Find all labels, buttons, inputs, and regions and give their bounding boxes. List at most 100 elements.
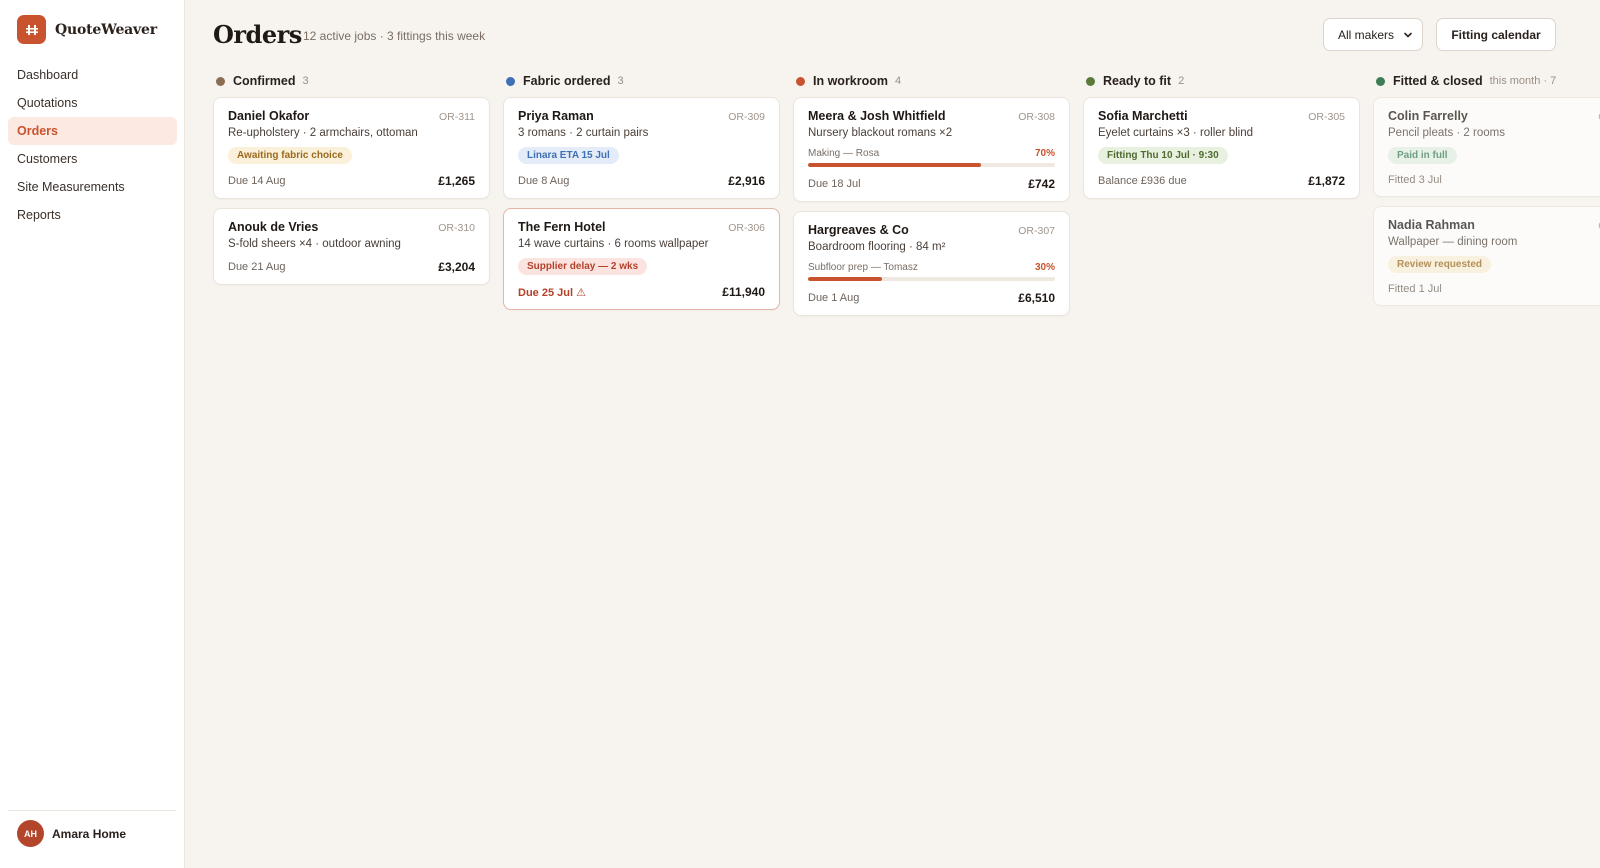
customer-name: Sofia Marchetti [1098, 109, 1188, 123]
fitting-calendar-button[interactable]: Fitting calendar [1436, 18, 1556, 51]
due-date: Fitted 1 Jul [1388, 283, 1442, 295]
column-fabric-ordered: Fabric ordered 3 Priya Raman OR-309 3 romans… [503, 72, 780, 325]
column-header: In workroom 4 [793, 72, 1070, 90]
card-header: Anouk de Vries OR-310 [228, 220, 475, 234]
column-title: Confirmed [233, 74, 296, 88]
card-footer: Fitted 1 Jul [1388, 283, 1600, 295]
main-nav: Dashboard Quotations Orders Customers Site M… [8, 61, 177, 229]
order-card[interactable]: Colin FarrellyOR-304 Pencil pleats · 2 ro… [1373, 97, 1600, 197]
order-amount: £1,265 [438, 174, 475, 188]
progress-percent: 30% [1034, 262, 1055, 273]
card-header: Sofia Marchetti OR-305 [1098, 109, 1345, 123]
order-ref: OR-308 [1018, 111, 1055, 123]
customer-name: Priya Raman [518, 109, 594, 123]
order-ref: OR-306 [728, 222, 765, 234]
maker-filter-select[interactable]: All makers [1323, 18, 1423, 51]
order-description: Nursery blackout romans ×2 [808, 127, 953, 139]
card-header: Hargreaves & Co OR-307 [808, 223, 1055, 237]
column-count: this month · 7 [1489, 75, 1557, 87]
customer-name: Colin Farrelly [1388, 109, 1468, 123]
customer-name: Daniel Okafor [228, 109, 310, 123]
order-card[interactable]: The Fern Hotel OR-306 14 wave curtains · 6… [503, 208, 780, 310]
order-card[interactable]: Priya Raman OR-309 3 romans · 2 curtain pa… [503, 97, 780, 199]
card-header: Daniel Okafor OR-311 [228, 109, 475, 123]
order-amount: £11,940 [722, 285, 765, 299]
brand[interactable]: QuoteWeaver [17, 15, 157, 44]
progress-label: Making — Rosa [808, 148, 880, 159]
order-card[interactable]: Daniel Okafor OR-311 Re-upholstery · 2 arm… [213, 97, 490, 199]
column-title: Fitted & closed [1393, 74, 1483, 88]
order-description: Boardroom flooring · 84 m² [808, 241, 946, 253]
order-description: Wallpaper — dining room [1388, 236, 1518, 248]
column-fitted-closed: Fitted & closed this month · 7 Colin Farre… [1373, 72, 1600, 325]
column-title: In workroom [813, 74, 889, 88]
order-card[interactable]: Meera & Josh Whitfield OR-308 Nursery blac… [793, 97, 1070, 202]
progress-percent: 70% [1034, 148, 1055, 159]
column-header: Fabric ordered 3 [503, 72, 780, 90]
status-badge: Awaiting fabric choice [228, 147, 352, 164]
status-dot-icon [506, 76, 515, 86]
progress-meta: Subfloor prep — Tomasz 30% [808, 262, 1055, 273]
card-header: Priya Raman OR-309 [518, 109, 765, 123]
chevron-down-icon [1404, 32, 1412, 38]
progress-fill [808, 163, 981, 167]
status-dot-icon [1086, 76, 1095, 86]
column-header: Confirmed 3 [213, 72, 490, 90]
main-content: Orders 12 active jobs · 3 fittings this … [185, 0, 1600, 868]
user-profile[interactable]: AH Amara Home [8, 810, 176, 847]
card-footer: Due 25 Jul ⚠ £11,940 [518, 285, 765, 299]
sidebar-item-customers[interactable]: Customers [8, 145, 177, 173]
card-header: Colin FarrellyOR-304 [1388, 109, 1600, 123]
sidebar-item-orders[interactable]: Orders [8, 117, 177, 145]
progress-bar [808, 163, 1055, 167]
column-header: Fitted & closed this month · 7 [1373, 72, 1600, 90]
column-count: 3 [302, 75, 309, 87]
status-badge: Linara ETA 15 Jul [518, 147, 619, 164]
sidebar-item-reports[interactable]: Reports [8, 201, 177, 229]
card-footer: Due 1 Aug £6,510 [808, 291, 1055, 305]
due-date: Due 1 Aug [808, 292, 860, 304]
status-badge: Paid in full [1388, 147, 1457, 164]
order-ref: OR-311 [439, 111, 475, 123]
brand-name: QuoteWeaver [55, 21, 157, 38]
card-footer: Fitted 3 Jul [1388, 174, 1600, 186]
progress-label: Subfloor prep — Tomasz [808, 262, 918, 273]
user-name: Amara Home [52, 826, 127, 841]
order-description: Eyelet curtains ×3 · roller blind [1098, 127, 1254, 139]
sidebar: QuoteWeaver Dashboard Quotations Orders Cus… [0, 0, 185, 868]
card-header: Nadia RahmanOR-303 [1388, 218, 1600, 232]
due-date: Due 25 Jul ⚠ [518, 286, 586, 299]
avatar: AH [17, 820, 44, 847]
order-ref: OR-310 [438, 222, 475, 234]
maker-filter-value: All makers [1338, 27, 1395, 42]
column-title: Ready to fit [1103, 74, 1172, 88]
status-dot-icon [796, 76, 805, 86]
order-amount: £6,510 [1018, 291, 1055, 305]
due-date: Due 21 Aug [228, 261, 286, 273]
sidebar-item-dashboard[interactable]: Dashboard [8, 61, 177, 89]
due-date: Balance £936 due [1098, 175, 1187, 187]
status-dot-icon [216, 76, 225, 86]
status-dot-icon [1376, 76, 1385, 86]
sidebar-item-quotations[interactable]: Quotations [8, 89, 177, 117]
customer-name: Anouk de Vries [228, 220, 319, 234]
status-badge: Review requested [1388, 256, 1492, 273]
column-count: 4 [895, 75, 902, 87]
order-card[interactable]: Nadia RahmanOR-303 Wallpaper — dining roo… [1373, 206, 1600, 306]
column-title: Fabric ordered [523, 74, 611, 88]
customer-name: Hargreaves & Co [808, 223, 909, 237]
card-header: Meera & Josh Whitfield OR-308 [808, 109, 1055, 123]
card-footer: Due 18 Jul £742 [808, 177, 1055, 191]
order-card[interactable]: Sofia Marchetti OR-305 Eyelet curtains ×3 … [1083, 97, 1360, 199]
order-amount: £742 [1028, 177, 1055, 191]
due-date: Due 18 Jul [808, 178, 861, 190]
customer-name: The Fern Hotel [518, 220, 606, 234]
order-description: Pencil pleats · 2 rooms [1388, 127, 1505, 139]
sidebar-item-site-measurements[interactable]: Site Measurements [8, 173, 177, 201]
order-card[interactable]: Anouk de Vries OR-310 S-fold sheers ×4 · o… [213, 208, 490, 285]
column-header: Ready to fit 2 [1083, 72, 1360, 90]
status-badge: Fitting Thu 10 Jul · 9:30 [1098, 147, 1228, 164]
order-description: Re-upholstery · 2 armchairs, ottoman [228, 127, 418, 139]
order-ref: OR-309 [728, 111, 765, 123]
order-card[interactable]: Hargreaves & Co OR-307 Boardroom flooring … [793, 211, 1070, 316]
